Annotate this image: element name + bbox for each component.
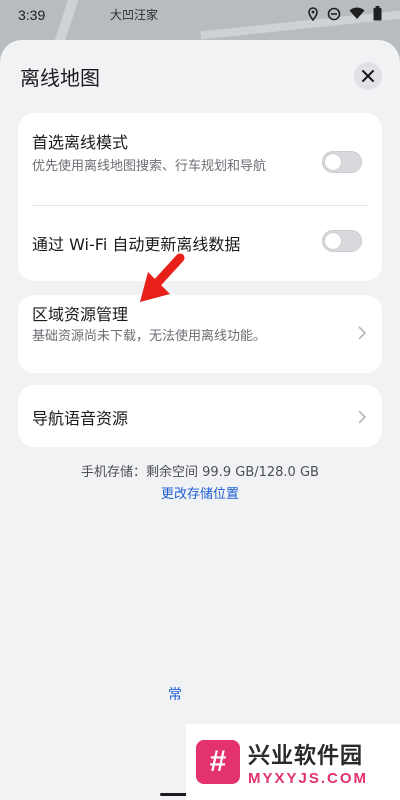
preferred-offline-title: 首选离线模式 — [32, 133, 129, 152]
divider — [32, 205, 368, 206]
toggle-knob — [325, 154, 341, 170]
preferred-offline-row[interactable]: 首选离线模式 优先使用离线地图搜索、行车规划和导航 — [32, 129, 368, 176]
wifi-auto-update-title: 通过 Wi-Fi 自动更新离线数据 — [32, 235, 241, 254]
offline-map-sheet: 离线地图 首选离线模式 优先使用离线地图搜索、行车规划和导航 通过 Wi-Fi … — [0, 40, 400, 800]
watermark: # 兴业软件园 MYXYJS.COM — [186, 724, 400, 800]
annotation-arrow-icon — [136, 250, 186, 314]
chevron-right-icon — [358, 409, 367, 428]
region-resources-card[interactable]: 区域资源管理 基础资源尚未下载，无法使用离线功能。 — [18, 295, 382, 373]
watermark-text: 兴业软件园 MYXYJS.COM — [248, 738, 368, 787]
watermark-logo: # — [196, 740, 240, 784]
dnd-icon — [327, 7, 341, 21]
toggle-knob — [325, 233, 341, 249]
nav-voice-title: 导航语音资源 — [32, 409, 129, 428]
bottom-tab-partial[interactable]: 常 — [168, 684, 182, 704]
map-place-label: 大凹汪家 — [110, 8, 159, 22]
nav-voice-card[interactable]: 导航语音资源 — [18, 385, 382, 447]
wifi-auto-update-toggle[interactable] — [322, 230, 362, 252]
preferred-offline-toggle[interactable] — [322, 151, 362, 173]
nav-voice-row: 导航语音资源 — [32, 405, 368, 429]
storage-info: 手机存储：剩余空间 99.9 GB/128.0 GB — [81, 465, 319, 480]
wifi-auto-update-row[interactable]: 通过 Wi-Fi 自动更新离线数据 — [32, 231, 368, 255]
offline-settings-card: 首选离线模式 优先使用离线地图搜索、行车规划和导航 通过 Wi-Fi 自动更新离… — [18, 113, 382, 281]
region-resources-title: 区域资源管理 — [32, 305, 129, 324]
status-icons — [307, 6, 382, 21]
close-button[interactable] — [354, 62, 382, 90]
battery-icon — [373, 6, 382, 21]
location-icon — [307, 6, 319, 21]
sheet-title: 离线地图 — [20, 66, 100, 90]
region-resources-row: 区域资源管理 基础资源尚未下载，无法使用离线功能。 — [32, 301, 368, 346]
watermark-cn: 兴业软件园 — [248, 743, 364, 769]
status-time: 3:39 — [18, 7, 46, 23]
wifi-icon — [349, 7, 365, 20]
close-icon — [362, 67, 374, 86]
watermark-en: MYXYJS.COM — [248, 769, 369, 787]
change-storage-link[interactable]: 更改存储位置 — [0, 483, 400, 502]
chevron-right-icon — [358, 325, 367, 344]
preferred-offline-subtitle: 优先使用离线地图搜索、行车规划和导航 — [32, 159, 267, 174]
region-resources-subtitle: 基础资源尚未下载，无法使用离线功能。 — [32, 329, 267, 344]
